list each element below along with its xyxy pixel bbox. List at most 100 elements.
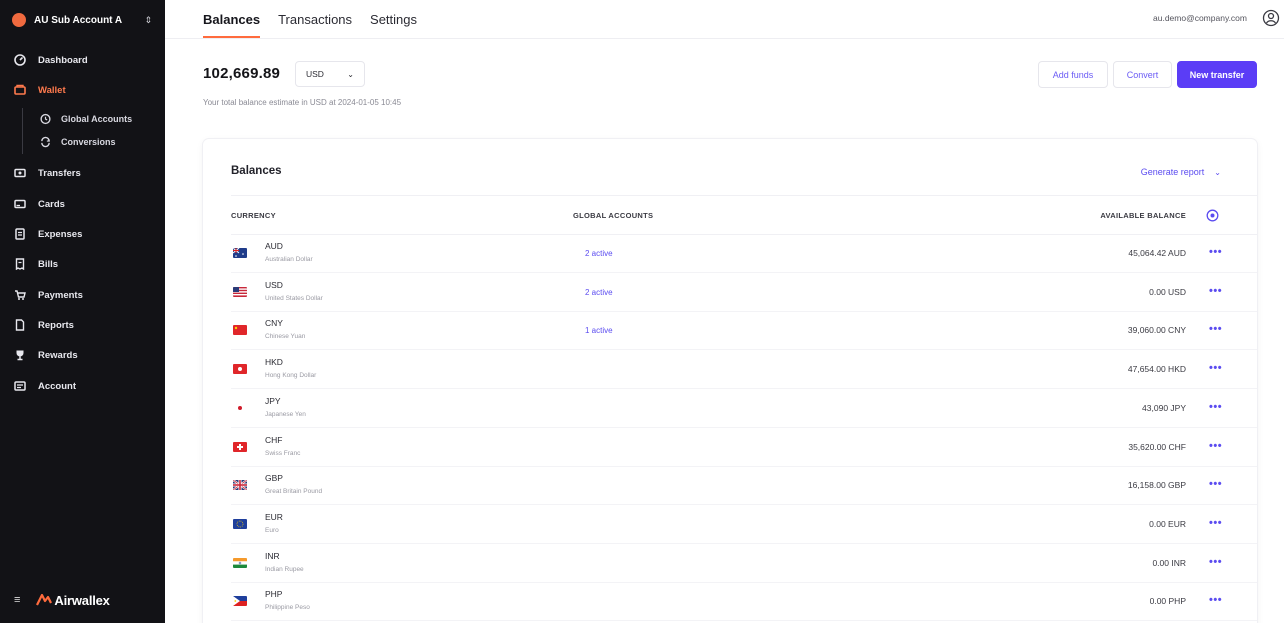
currency-code: EUR — [265, 511, 283, 522]
currency-name: Hong Kong Dollar — [265, 372, 317, 380]
more-options-icon[interactable]: ••• — [1209, 517, 1222, 529]
flag-ch-icon — [233, 441, 247, 452]
flag-gb-icon — [233, 480, 247, 491]
sidebar-item-bills[interactable]: Bills — [14, 254, 58, 274]
row-divider — [231, 620, 1257, 622]
sidebar-item-payments[interactable]: Payments — [14, 285, 83, 305]
sidebar-item-wallet[interactable]: Wallet — [14, 80, 66, 100]
global-accounts-link[interactable]: 2 active — [585, 288, 613, 297]
sidebar-item-label: Wallet — [38, 84, 66, 96]
more-options-icon[interactable]: ••• — [1209, 401, 1222, 413]
flag-cn-icon — [233, 325, 247, 336]
sidebar-item-transfers[interactable]: Transfers — [14, 163, 81, 183]
generate-report-label: Generate report — [1140, 167, 1205, 177]
flag-in-icon — [233, 557, 247, 568]
more-options-icon[interactable]: ••• — [1209, 285, 1222, 297]
sidebar: AU Sub Account A ⇕ Dashboard Wallet Glob… — [0, 0, 165, 623]
sidebar-item-label: Cards — [38, 198, 65, 210]
currency-name: Great Britain Pound — [265, 488, 323, 496]
more-options-icon[interactable]: ••• — [1209, 594, 1222, 606]
sidebar-item-rewards[interactable]: Rewards — [14, 345, 78, 365]
sidebar-item-account[interactable]: Account — [14, 376, 76, 396]
available-balance: 0.00 INR — [1152, 557, 1186, 568]
balance-estimate-note: Your total balance estimate in USD at 20… — [203, 98, 402, 107]
header-divider — [165, 38, 1284, 39]
new-transfer-button[interactable]: New transfer — [1177, 61, 1257, 88]
table-row[interactable]: JPY Japanese Yen 43,090 JPY ••• — [203, 390, 1257, 428]
sidebar-item-label: Account — [38, 380, 76, 392]
generate-report-button[interactable]: Generate report ⌄ — [1141, 167, 1221, 177]
currency-select-value: USD — [306, 69, 324, 79]
table-row[interactable]: HKD Hong Kong Dollar 47,654.00 HKD ••• — [203, 351, 1257, 390]
flag-jp-icon — [233, 402, 247, 413]
currency-select[interactable]: USD ⌄ — [295, 61, 365, 87]
sidebar-item-label: Dashboard — [38, 54, 88, 66]
account-icon — [14, 380, 26, 392]
global-accounts-link[interactable]: 1 active — [585, 326, 613, 335]
bills-icon — [14, 258, 26, 270]
currency-code: CNY — [265, 318, 283, 329]
sidebar-footer: ≡ Airwallex — [14, 590, 154, 610]
column-settings-icon[interactable] — [1206, 209, 1219, 222]
table-row[interactable]: CHF Swiss Franc 35,620.00 CHF ••• — [203, 429, 1257, 467]
sidebar-subitem-conversions[interactable]: Conversions — [40, 133, 116, 151]
chevron-down-icon: ⌄ — [1214, 167, 1221, 177]
more-options-icon[interactable]: ••• — [1209, 440, 1222, 452]
sidebar-item-cards[interactable]: Cards — [14, 194, 65, 214]
sidebar-item-dashboard[interactable]: Dashboard — [14, 50, 88, 70]
total-balance: 102,669.89 — [203, 65, 281, 82]
sidebar-subitem-global-accounts[interactable]: Global Accounts — [40, 110, 132, 128]
table-row[interactable]: USD United States Dollar 2 active 0.00 USD •… — [203, 274, 1257, 312]
main-content: Balances Transactions Settings au.demo@c… — [165, 0, 1284, 623]
column-header-available-balance: AVAILABLE BALANCE — [1100, 211, 1186, 220]
flag-us-icon — [233, 286, 247, 297]
table-row[interactable]: CNY Chinese Yuan 1 active 39,060.00 CNY ••• — [203, 312, 1257, 351]
more-options-icon[interactable]: ••• — [1209, 362, 1222, 374]
global-accounts-link[interactable]: 2 active — [585, 249, 613, 258]
tab-balances[interactable]: Balances — [203, 0, 261, 38]
app-window: AU Sub Account A ⇕ Dashboard Wallet Glob… — [0, 0, 1284, 623]
account-switcher[interactable]: AU Sub Account A ⇕ — [12, 10, 152, 30]
more-options-icon[interactable]: ••• — [1209, 246, 1222, 258]
wallet-icon — [14, 84, 26, 96]
table-row[interactable]: GBP Great Britain Pound 16,158.00 GBP ••• — [203, 467, 1257, 506]
add-funds-button[interactable]: Add funds — [1038, 61, 1108, 88]
table-row[interactable]: AUD Australian Dollar 2 active 45,064.42 AU… — [203, 235, 1257, 273]
user-profile-icon[interactable] — [1262, 9, 1280, 27]
currency-name: United States Dollar — [265, 294, 323, 302]
currency-code: GBP — [265, 473, 283, 484]
table-row[interactable]: INR Indian Rupee 0.00 INR ••• — [203, 545, 1257, 583]
more-options-icon[interactable]: ••• — [1209, 556, 1222, 568]
rewards-icon — [14, 349, 26, 361]
sidebar-item-label: Payments — [38, 289, 83, 301]
currency-name: Philippine Peso — [265, 604, 310, 612]
sidebar-item-expenses[interactable]: Expenses — [14, 224, 82, 244]
currency-name: Euro — [265, 526, 279, 534]
cards-icon — [14, 198, 26, 210]
available-balance: 35,620.00 CHF — [1128, 441, 1186, 452]
flag-hk-icon — [233, 364, 247, 375]
available-balance: 16,158.00 GBP — [1127, 480, 1186, 491]
available-balance: 39,060.00 CNY — [1127, 325, 1186, 336]
table-row[interactable]: PHP Philippine Peso 0.00 PHP ••• — [203, 583, 1257, 622]
tab-settings[interactable]: Settings — [370, 0, 417, 38]
available-balance: 47,654.00 HKD — [1127, 364, 1186, 375]
more-options-icon[interactable]: ••• — [1209, 323, 1222, 335]
sidebar-subitem-label: Conversions — [61, 137, 116, 147]
currency-code: INR — [265, 550, 280, 561]
more-options-icon[interactable]: ••• — [1209, 478, 1222, 490]
account-name: AU Sub Account A — [34, 14, 123, 26]
flag-au-icon — [233, 248, 247, 258]
sidebar-item-reports[interactable]: Reports — [14, 315, 74, 335]
sidebar-item-label: Transfers — [38, 167, 81, 179]
updown-chevron-icon: ⇕ — [144, 14, 152, 25]
convert-button[interactable]: Convert — [1113, 61, 1172, 88]
available-balance: 0.00 USD — [1149, 286, 1186, 297]
sidebar-item-label: Bills — [38, 258, 59, 270]
chevron-down-icon: ⌄ — [347, 69, 354, 79]
available-balance: 45,064.42 AUD — [1128, 248, 1186, 258]
tab-transactions[interactable]: Transactions — [278, 0, 352, 38]
table-row[interactable]: EUR Euro 0.00 EUR ••• — [203, 506, 1257, 544]
top-tabs: Balances Transactions Settings — [203, 0, 435, 38]
menu-icon[interactable]: ≡ — [14, 594, 20, 606]
